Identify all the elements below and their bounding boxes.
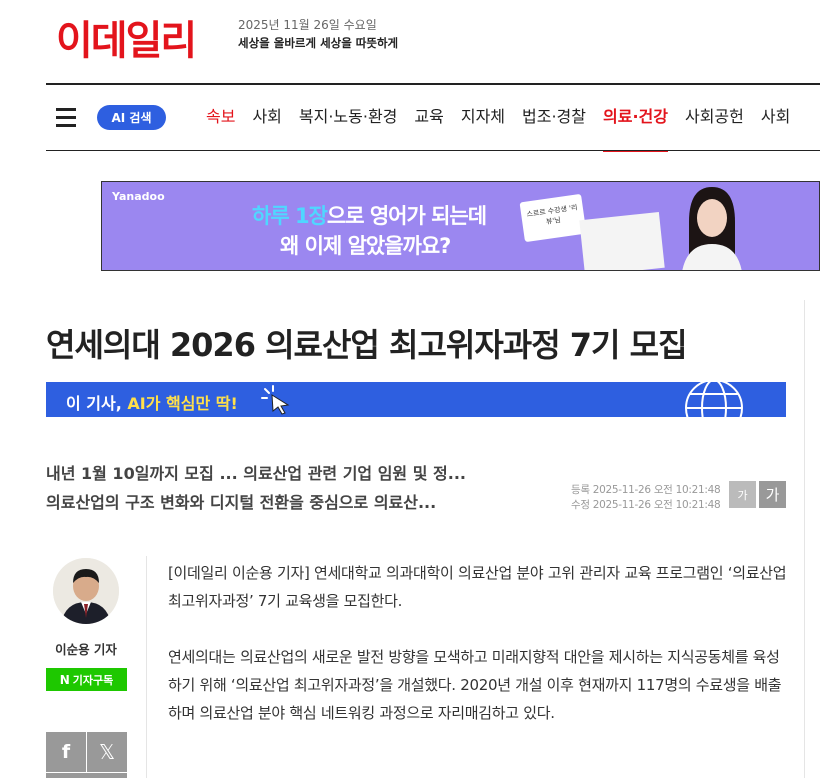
nav-item-welfare[interactable]: 복지·노동·환경: [299, 106, 398, 132]
reporter-name[interactable]: 이순용 기자: [50, 639, 122, 658]
cursor-click-icon: [261, 385, 290, 415]
x-share-icon[interactable]: 𝕏: [87, 732, 127, 772]
nav-item-breaking[interactable]: 속보: [206, 106, 235, 132]
article-summary-1: 내년 1월 10일까지 모집 ... 의료산업 관련 기업 임원 및 정...: [46, 464, 466, 483]
subscribe-label: 기자구독: [72, 673, 114, 687]
modified-date: 수정 2025-11-26 오전 10:21:48: [571, 499, 721, 511]
share-buttons-row-2: [46, 773, 127, 778]
ad-paper-image: [579, 211, 665, 270]
globe-decoration-icon: [685, 382, 743, 417]
article-paragraph-1: [이데일리 이순용 기자] 연세대학교 의과대학이 의료산업 분야 고위 관리자…: [168, 564, 787, 610]
ai-summary-bar[interactable]: 이 기사, AI가 핵심만 딱!: [46, 382, 786, 417]
naver-icon: N: [59, 672, 70, 687]
ad-model-image: [667, 182, 757, 270]
ad-headline-1: 하루 1장으로 영어가 되는데: [252, 204, 487, 228]
ad-brand: Yanadoo: [112, 190, 165, 203]
header-slogan: 세상을 올바르게 세상을 따뜻하게: [238, 36, 399, 50]
ad-headline-2: 왜 이제 알았을까요?: [280, 234, 451, 258]
nav-item-society[interactable]: 사회: [252, 106, 281, 132]
article-summary-2: 의료산업의 구조 변화와 디지털 전환을 중심으로 의료산...: [46, 493, 437, 512]
reporter-subscribe-button[interactable]: N 기자구독: [46, 668, 127, 691]
nav-item-education[interactable]: 교육: [414, 106, 443, 132]
header-date: 2025년 11월 26일 수요일: [238, 18, 377, 32]
site-logo[interactable]: 이데일리: [56, 8, 197, 66]
ai-search-button[interactable]: AI 검색: [97, 105, 166, 130]
reporter-avatar: [53, 558, 119, 624]
facebook-share-icon[interactable]: f: [46, 732, 86, 772]
ad-review-card: 스르르 수강생 '리뷰'님: [519, 193, 587, 243]
menu-icon[interactable]: [56, 108, 76, 127]
header-divider: [46, 83, 820, 85]
font-size-increase-button[interactable]: 가: [759, 481, 786, 508]
section-nav: 속보 사회 복지·노동·환경 교육 지자체 법조·경찰 의료·건강 사회공헌 사…: [206, 106, 807, 152]
ai-bar-prefix: 이 기사,: [66, 394, 128, 413]
byline-divider: [146, 556, 147, 778]
article-paragraph-2: 연세의대는 의료산업의 새로운 발전 방향을 모색하고 미래지향적 대안을 제시…: [168, 648, 782, 722]
nav-item-society-2[interactable]: 사회: [761, 106, 790, 132]
column-divider: [804, 300, 805, 778]
ai-bar-highlight: AI가 핵심만 딱!: [127, 394, 238, 413]
nav-item-health[interactable]: 의료·건강: [603, 106, 668, 152]
nav-item-law[interactable]: 법조·경찰: [522, 106, 586, 132]
ad-banner[interactable]: Yanadoo 하루 1장으로 영어가 되는데 왜 이제 알았을까요? 스르르 …: [101, 181, 820, 271]
registered-date: 등록 2025-11-26 오전 10:21:48: [571, 484, 721, 496]
article-headline: 연세의대 2026 의료산업 최고위자과정 7기 모집: [46, 326, 688, 364]
font-size-decrease-button[interactable]: 가: [729, 481, 756, 508]
nav-item-local-gov[interactable]: 지자체: [461, 106, 505, 132]
nav-divider: [46, 150, 820, 151]
nav-item-social-contribution[interactable]: 사회공헌: [685, 106, 744, 132]
